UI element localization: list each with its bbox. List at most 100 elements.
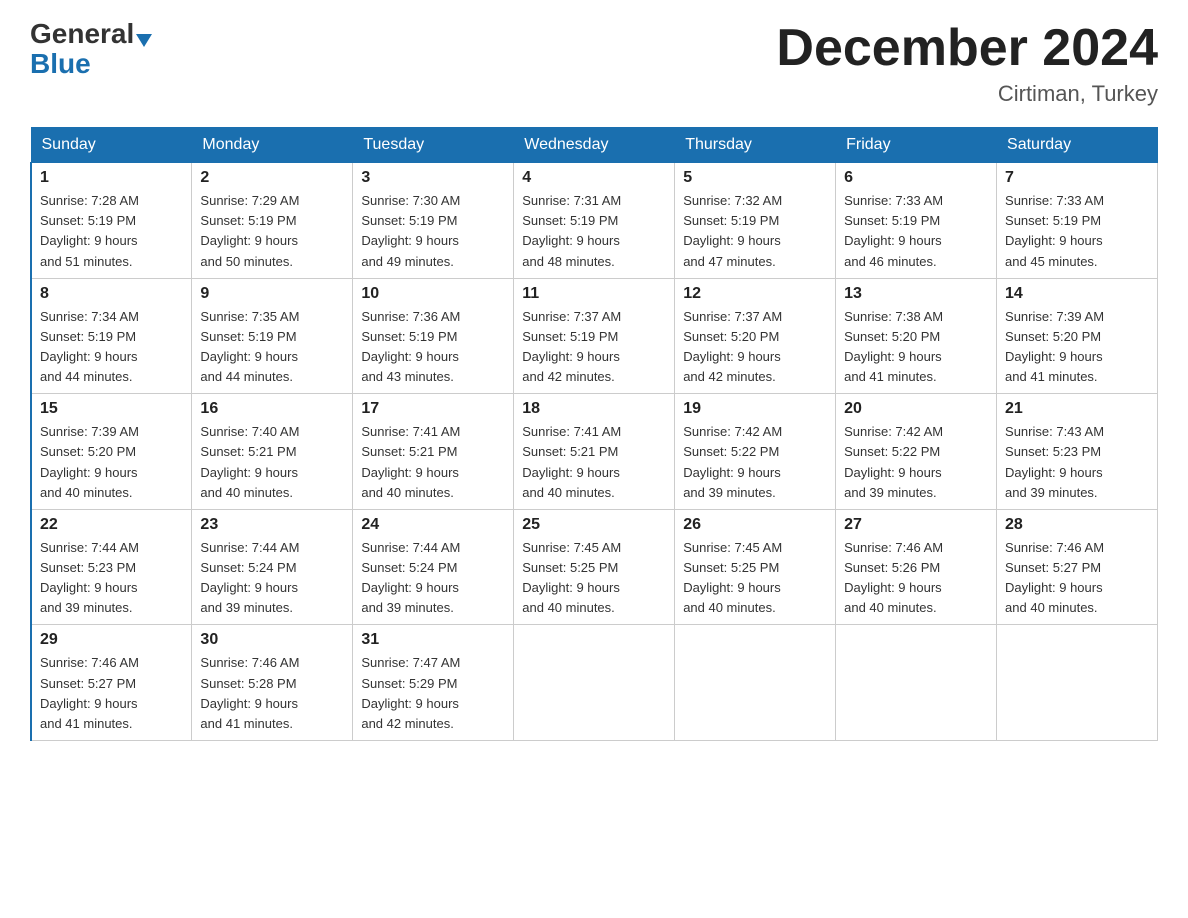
day-number: 11: [522, 285, 666, 303]
table-row: 28 Sunrise: 7:46 AM Sunset: 5:27 PM Dayl…: [997, 509, 1158, 625]
header-sunday: Sunday: [31, 128, 192, 163]
day-info: Sunrise: 7:30 AM Sunset: 5:19 PM Dayligh…: [361, 191, 505, 272]
day-info: Sunrise: 7:46 AM Sunset: 5:28 PM Dayligh…: [200, 653, 344, 734]
day-number: 20: [844, 400, 988, 418]
calendar-week-row: 1 Sunrise: 7:28 AM Sunset: 5:19 PM Dayli…: [31, 163, 1158, 279]
table-row: 27 Sunrise: 7:46 AM Sunset: 5:26 PM Dayl…: [836, 509, 997, 625]
calendar-week-row: 29 Sunrise: 7:46 AM Sunset: 5:27 PM Dayl…: [31, 625, 1158, 741]
day-info: Sunrise: 7:39 AM Sunset: 5:20 PM Dayligh…: [1005, 307, 1149, 388]
day-number: 30: [200, 631, 344, 649]
day-number: 7: [1005, 169, 1149, 187]
header-thursday: Thursday: [675, 128, 836, 163]
table-row: 25 Sunrise: 7:45 AM Sunset: 5:25 PM Dayl…: [514, 509, 675, 625]
day-info: Sunrise: 7:35 AM Sunset: 5:19 PM Dayligh…: [200, 307, 344, 388]
day-info: Sunrise: 7:42 AM Sunset: 5:22 PM Dayligh…: [844, 422, 988, 503]
day-info: Sunrise: 7:45 AM Sunset: 5:25 PM Dayligh…: [683, 538, 827, 619]
header-monday: Monday: [192, 128, 353, 163]
day-number: 6: [844, 169, 988, 187]
table-row: 4 Sunrise: 7:31 AM Sunset: 5:19 PM Dayli…: [514, 163, 675, 279]
day-number: 9: [200, 285, 344, 303]
header-tuesday: Tuesday: [353, 128, 514, 163]
table-row: 17 Sunrise: 7:41 AM Sunset: 5:21 PM Dayl…: [353, 394, 514, 510]
calendar-week-row: 15 Sunrise: 7:39 AM Sunset: 5:20 PM Dayl…: [31, 394, 1158, 510]
day-number: 19: [683, 400, 827, 418]
day-info: Sunrise: 7:37 AM Sunset: 5:20 PM Dayligh…: [683, 307, 827, 388]
day-number: 29: [40, 631, 183, 649]
day-number: 21: [1005, 400, 1149, 418]
table-row: 18 Sunrise: 7:41 AM Sunset: 5:21 PM Dayl…: [514, 394, 675, 510]
day-info: Sunrise: 7:47 AM Sunset: 5:29 PM Dayligh…: [361, 653, 505, 734]
day-number: 17: [361, 400, 505, 418]
table-row: 7 Sunrise: 7:33 AM Sunset: 5:19 PM Dayli…: [997, 163, 1158, 279]
day-number: 8: [40, 285, 183, 303]
day-number: 22: [40, 516, 183, 534]
day-info: Sunrise: 7:44 AM Sunset: 5:24 PM Dayligh…: [361, 538, 505, 619]
table-row: 2 Sunrise: 7:29 AM Sunset: 5:19 PM Dayli…: [192, 163, 353, 279]
table-row: 12 Sunrise: 7:37 AM Sunset: 5:20 PM Dayl…: [675, 278, 836, 394]
day-info: Sunrise: 7:45 AM Sunset: 5:25 PM Dayligh…: [522, 538, 666, 619]
day-info: Sunrise: 7:44 AM Sunset: 5:23 PM Dayligh…: [40, 538, 183, 619]
table-row: 29 Sunrise: 7:46 AM Sunset: 5:27 PM Dayl…: [31, 625, 192, 741]
day-info: Sunrise: 7:39 AM Sunset: 5:20 PM Dayligh…: [40, 422, 183, 503]
day-number: 13: [844, 285, 988, 303]
table-row: 6 Sunrise: 7:33 AM Sunset: 5:19 PM Dayli…: [836, 163, 997, 279]
table-row: 26 Sunrise: 7:45 AM Sunset: 5:25 PM Dayl…: [675, 509, 836, 625]
table-row: 15 Sunrise: 7:39 AM Sunset: 5:20 PM Dayl…: [31, 394, 192, 510]
table-row: 14 Sunrise: 7:39 AM Sunset: 5:20 PM Dayl…: [997, 278, 1158, 394]
day-number: 15: [40, 400, 183, 418]
location: Cirtiman, Turkey: [776, 81, 1158, 107]
day-info: Sunrise: 7:37 AM Sunset: 5:19 PM Dayligh…: [522, 307, 666, 388]
day-info: Sunrise: 7:41 AM Sunset: 5:21 PM Dayligh…: [522, 422, 666, 503]
day-info: Sunrise: 7:41 AM Sunset: 5:21 PM Dayligh…: [361, 422, 505, 503]
day-info: Sunrise: 7:36 AM Sunset: 5:19 PM Dayligh…: [361, 307, 505, 388]
table-row: 11 Sunrise: 7:37 AM Sunset: 5:19 PM Dayl…: [514, 278, 675, 394]
day-info: Sunrise: 7:28 AM Sunset: 5:19 PM Dayligh…: [40, 191, 183, 272]
calendar-week-row: 22 Sunrise: 7:44 AM Sunset: 5:23 PM Dayl…: [31, 509, 1158, 625]
day-number: 14: [1005, 285, 1149, 303]
title-block: December 2024 Cirtiman, Turkey: [776, 20, 1158, 107]
day-number: 23: [200, 516, 344, 534]
table-row: [836, 625, 997, 741]
day-number: 31: [361, 631, 505, 649]
table-row: 3 Sunrise: 7:30 AM Sunset: 5:19 PM Dayli…: [353, 163, 514, 279]
day-number: 1: [40, 169, 183, 187]
day-number: 18: [522, 400, 666, 418]
table-row: 31 Sunrise: 7:47 AM Sunset: 5:29 PM Dayl…: [353, 625, 514, 741]
month-title: December 2024: [776, 20, 1158, 77]
day-info: Sunrise: 7:31 AM Sunset: 5:19 PM Dayligh…: [522, 191, 666, 272]
day-number: 27: [844, 516, 988, 534]
calendar-week-row: 8 Sunrise: 7:34 AM Sunset: 5:19 PM Dayli…: [31, 278, 1158, 394]
day-number: 2: [200, 169, 344, 187]
day-number: 16: [200, 400, 344, 418]
table-row: 1 Sunrise: 7:28 AM Sunset: 5:19 PM Dayli…: [31, 163, 192, 279]
table-row: 30 Sunrise: 7:46 AM Sunset: 5:28 PM Dayl…: [192, 625, 353, 741]
day-number: 24: [361, 516, 505, 534]
table-row: 13 Sunrise: 7:38 AM Sunset: 5:20 PM Dayl…: [836, 278, 997, 394]
day-info: Sunrise: 7:29 AM Sunset: 5:19 PM Dayligh…: [200, 191, 344, 272]
table-row: 8 Sunrise: 7:34 AM Sunset: 5:19 PM Dayli…: [31, 278, 192, 394]
day-number: 10: [361, 285, 505, 303]
day-number: 12: [683, 285, 827, 303]
day-number: 5: [683, 169, 827, 187]
day-number: 26: [683, 516, 827, 534]
table-row: 21 Sunrise: 7:43 AM Sunset: 5:23 PM Dayl…: [997, 394, 1158, 510]
header-wednesday: Wednesday: [514, 128, 675, 163]
day-info: Sunrise: 7:46 AM Sunset: 5:26 PM Dayligh…: [844, 538, 988, 619]
day-info: Sunrise: 7:42 AM Sunset: 5:22 PM Dayligh…: [683, 422, 827, 503]
day-info: Sunrise: 7:40 AM Sunset: 5:21 PM Dayligh…: [200, 422, 344, 503]
header-friday: Friday: [836, 128, 997, 163]
day-info: Sunrise: 7:34 AM Sunset: 5:19 PM Dayligh…: [40, 307, 183, 388]
day-info: Sunrise: 7:32 AM Sunset: 5:19 PM Dayligh…: [683, 191, 827, 272]
table-row: 22 Sunrise: 7:44 AM Sunset: 5:23 PM Dayl…: [31, 509, 192, 625]
logo-blue: Blue: [30, 50, 91, 78]
table-row: 24 Sunrise: 7:44 AM Sunset: 5:24 PM Dayl…: [353, 509, 514, 625]
table-row: 9 Sunrise: 7:35 AM Sunset: 5:19 PM Dayli…: [192, 278, 353, 394]
day-info: Sunrise: 7:44 AM Sunset: 5:24 PM Dayligh…: [200, 538, 344, 619]
day-info: Sunrise: 7:38 AM Sunset: 5:20 PM Dayligh…: [844, 307, 988, 388]
table-row: [675, 625, 836, 741]
logo-general: General: [30, 18, 134, 49]
calendar-header-row: Sunday Monday Tuesday Wednesday Thursday…: [31, 128, 1158, 163]
header-saturday: Saturday: [997, 128, 1158, 163]
table-row: 19 Sunrise: 7:42 AM Sunset: 5:22 PM Dayl…: [675, 394, 836, 510]
table-row: 20 Sunrise: 7:42 AM Sunset: 5:22 PM Dayl…: [836, 394, 997, 510]
